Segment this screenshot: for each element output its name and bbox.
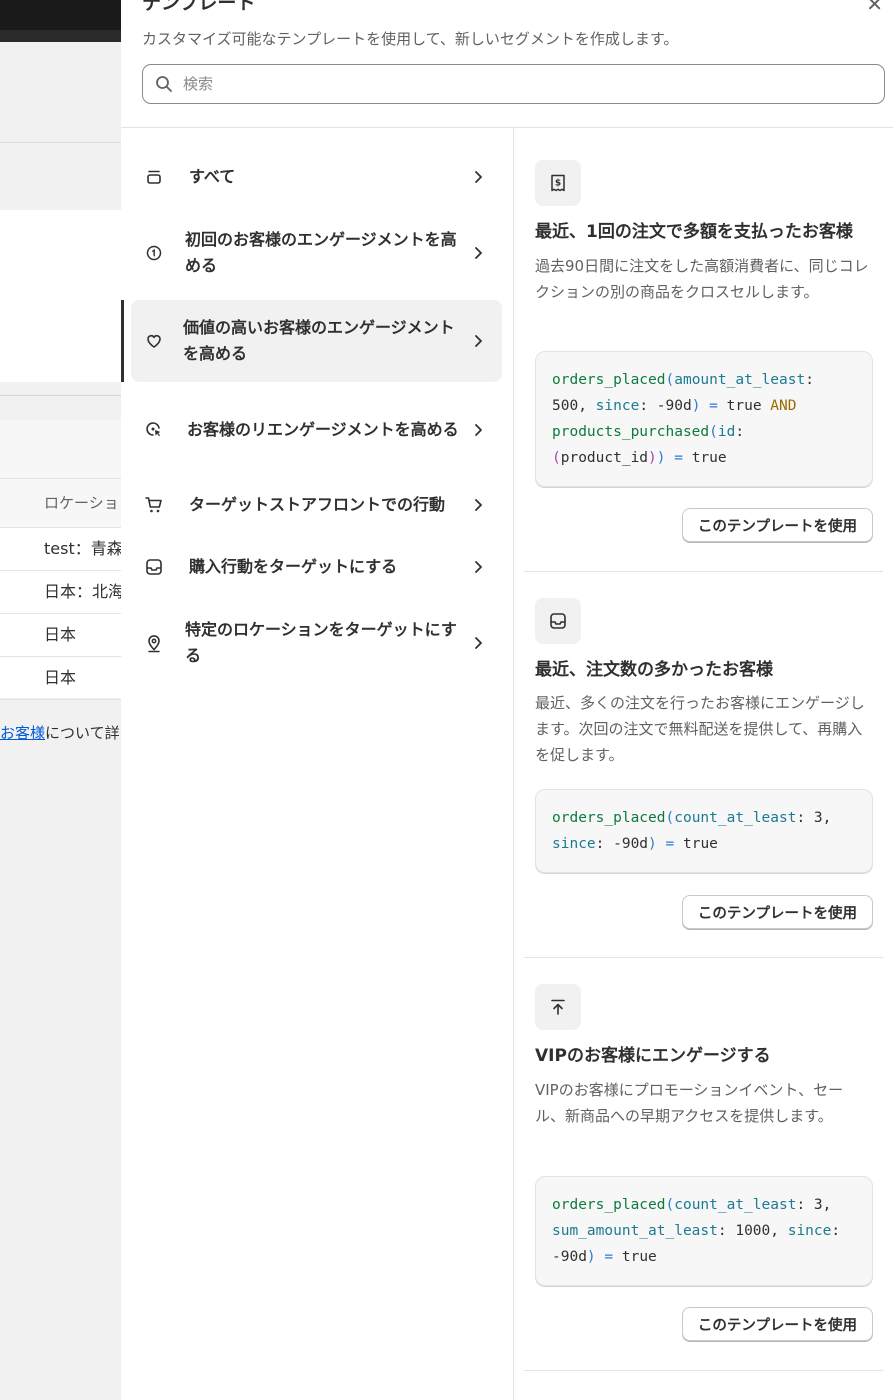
chevron-right-icon bbox=[475, 171, 482, 183]
template-title: VIPのお客様にエンゲージする bbox=[535, 1046, 771, 1066]
category-purchase-behavior[interactable]: 購入行動をターゲットにする bbox=[131, 546, 502, 588]
template-title: 最近、注文数の多かったお客様 bbox=[535, 660, 773, 680]
category-high-value-customers[interactable]: 価値の高いお客様のエンゲージメントを高める bbox=[131, 300, 502, 382]
location-pin-icon bbox=[148, 635, 160, 653]
table-row[interactable]: 日本：北海 bbox=[0, 571, 121, 614]
chevron-right-icon bbox=[475, 247, 482, 259]
close-icon[interactable]: ✕ bbox=[866, 0, 883, 16]
inbox-icon bbox=[146, 559, 162, 575]
active-indicator bbox=[121, 300, 124, 382]
table-row[interactable]: 日本 bbox=[0, 614, 121, 657]
template-title: 最近、1回の注文で多額を支払ったお客様 bbox=[535, 222, 853, 242]
table-header-location: ロケーショ bbox=[0, 479, 121, 528]
use-template-button[interactable]: このテンプレートを使用 bbox=[681, 1307, 873, 1341]
category-re-engagement[interactable]: お客様のリエンゲージメントを高める bbox=[131, 400, 502, 460]
template-card: VIPのお客様にエンゲージする VIPのお客様にプロモーションイベント、セール、… bbox=[535, 984, 873, 1364]
category-label: ターゲットストアフロントでの行動 bbox=[189, 495, 446, 514]
template-drawer: テンプレート ✕ カスタマイズ可能なテンプレートを使用して、新しいセグメントを作… bbox=[121, 0, 893, 1400]
inbox-icon bbox=[550, 613, 566, 629]
category-specific-location[interactable]: 特定のロケーションをターゲットにする bbox=[131, 614, 502, 672]
background-table: ロケーショ test：青森 日本：北海 日本 日本 bbox=[0, 420, 121, 700]
background-divider bbox=[0, 395, 121, 396]
template-divider bbox=[524, 1370, 883, 1371]
receipt-dollar-icon: $ bbox=[551, 174, 565, 192]
template-divider bbox=[524, 571, 883, 572]
category-label: 価値の高いお客様のエンゲージメントを高める bbox=[183, 318, 455, 363]
template-card: 最近、注文数の多かったお客様 最近、多くの注文を行ったお客様にエンゲージします。… bbox=[535, 598, 873, 933]
template-icon-box: $ bbox=[535, 160, 581, 206]
category-label: 初回のお客様のエンゲージメントを高める bbox=[185, 230, 457, 275]
search-input[interactable] bbox=[181, 74, 884, 94]
svg-text:$: $ bbox=[555, 179, 561, 189]
arrow-up-bar-icon bbox=[551, 999, 565, 1015]
background-card bbox=[0, 210, 121, 382]
drawer-divider bbox=[121, 127, 893, 128]
background-topbar bbox=[0, 0, 121, 42]
drawer-subtitle: カスタマイズ可能なテンプレートを使用して、新しいセグメントを作成します。 bbox=[142, 30, 679, 48]
column-divider bbox=[513, 127, 514, 1400]
template-divider bbox=[524, 957, 883, 958]
category-storefront-behavior[interactable]: ターゲットストアフロントでの行動 bbox=[131, 484, 502, 526]
stack-icon bbox=[147, 170, 161, 184]
category-label: 特定のロケーションをターゲットにする bbox=[185, 620, 457, 665]
category-all[interactable]: すべて bbox=[131, 156, 502, 198]
template-description: VIPのお客様にプロモーションイベント、セール、新商品への早期アクセスを提供しま… bbox=[535, 1081, 844, 1125]
footnote-text: について詳し bbox=[45, 724, 121, 742]
template-icon-box bbox=[535, 984, 581, 1030]
one-circle-icon bbox=[146, 245, 162, 261]
background-footnote: お客様について詳し bbox=[0, 722, 121, 743]
chevron-right-icon bbox=[475, 335, 482, 347]
template-code: orders_placed(amount_at_least: 500, sinc… bbox=[535, 351, 873, 487]
customers-link[interactable]: お客様 bbox=[0, 724, 45, 742]
table-row[interactable]: 日本 bbox=[0, 657, 121, 700]
template-code: orders_placed(count_at_least: 3, sum_amo… bbox=[535, 1176, 873, 1286]
chevron-right-icon bbox=[475, 499, 482, 511]
drawer-title: テンプレート bbox=[142, 0, 256, 14]
template-description: 過去90日間に注文をした高額消費者に、同じコレクションの別の商品をクロスセルしま… bbox=[535, 257, 869, 301]
category-label: すべて bbox=[189, 167, 236, 186]
chevron-right-icon bbox=[475, 424, 482, 436]
category-label: お客様のリエンゲージメントを高める bbox=[187, 420, 459, 439]
template-card: $ 最近、1回の注文で多額を支払ったお客様 過去90日間に注文をした高額消費者に… bbox=[535, 160, 873, 550]
search-field[interactable] bbox=[142, 64, 885, 104]
template-icon-box bbox=[535, 598, 581, 644]
search-icon bbox=[156, 76, 172, 92]
cursor-refresh-icon bbox=[146, 422, 161, 437]
cart-icon bbox=[145, 497, 162, 513]
table-row[interactable]: test：青森 bbox=[0, 528, 121, 571]
category-first-time-customers[interactable]: 初回のお客様のエンゲージメントを高める bbox=[131, 224, 502, 282]
template-description: 最近、多くの注文を行ったお客様にエンゲージします。次回の注文で無料配送を提供して… bbox=[535, 694, 865, 764]
use-template-button[interactable]: このテンプレートを使用 bbox=[681, 508, 873, 542]
category-label: 購入行動をターゲットにする bbox=[189, 557, 398, 576]
chevron-right-icon bbox=[475, 637, 482, 649]
background-divider bbox=[0, 142, 121, 143]
template-code: orders_placed(count_at_least: 3, since: … bbox=[535, 789, 873, 873]
chevron-right-icon bbox=[475, 561, 482, 573]
heart-icon bbox=[147, 335, 161, 348]
use-template-button[interactable]: このテンプレートを使用 bbox=[681, 895, 873, 929]
